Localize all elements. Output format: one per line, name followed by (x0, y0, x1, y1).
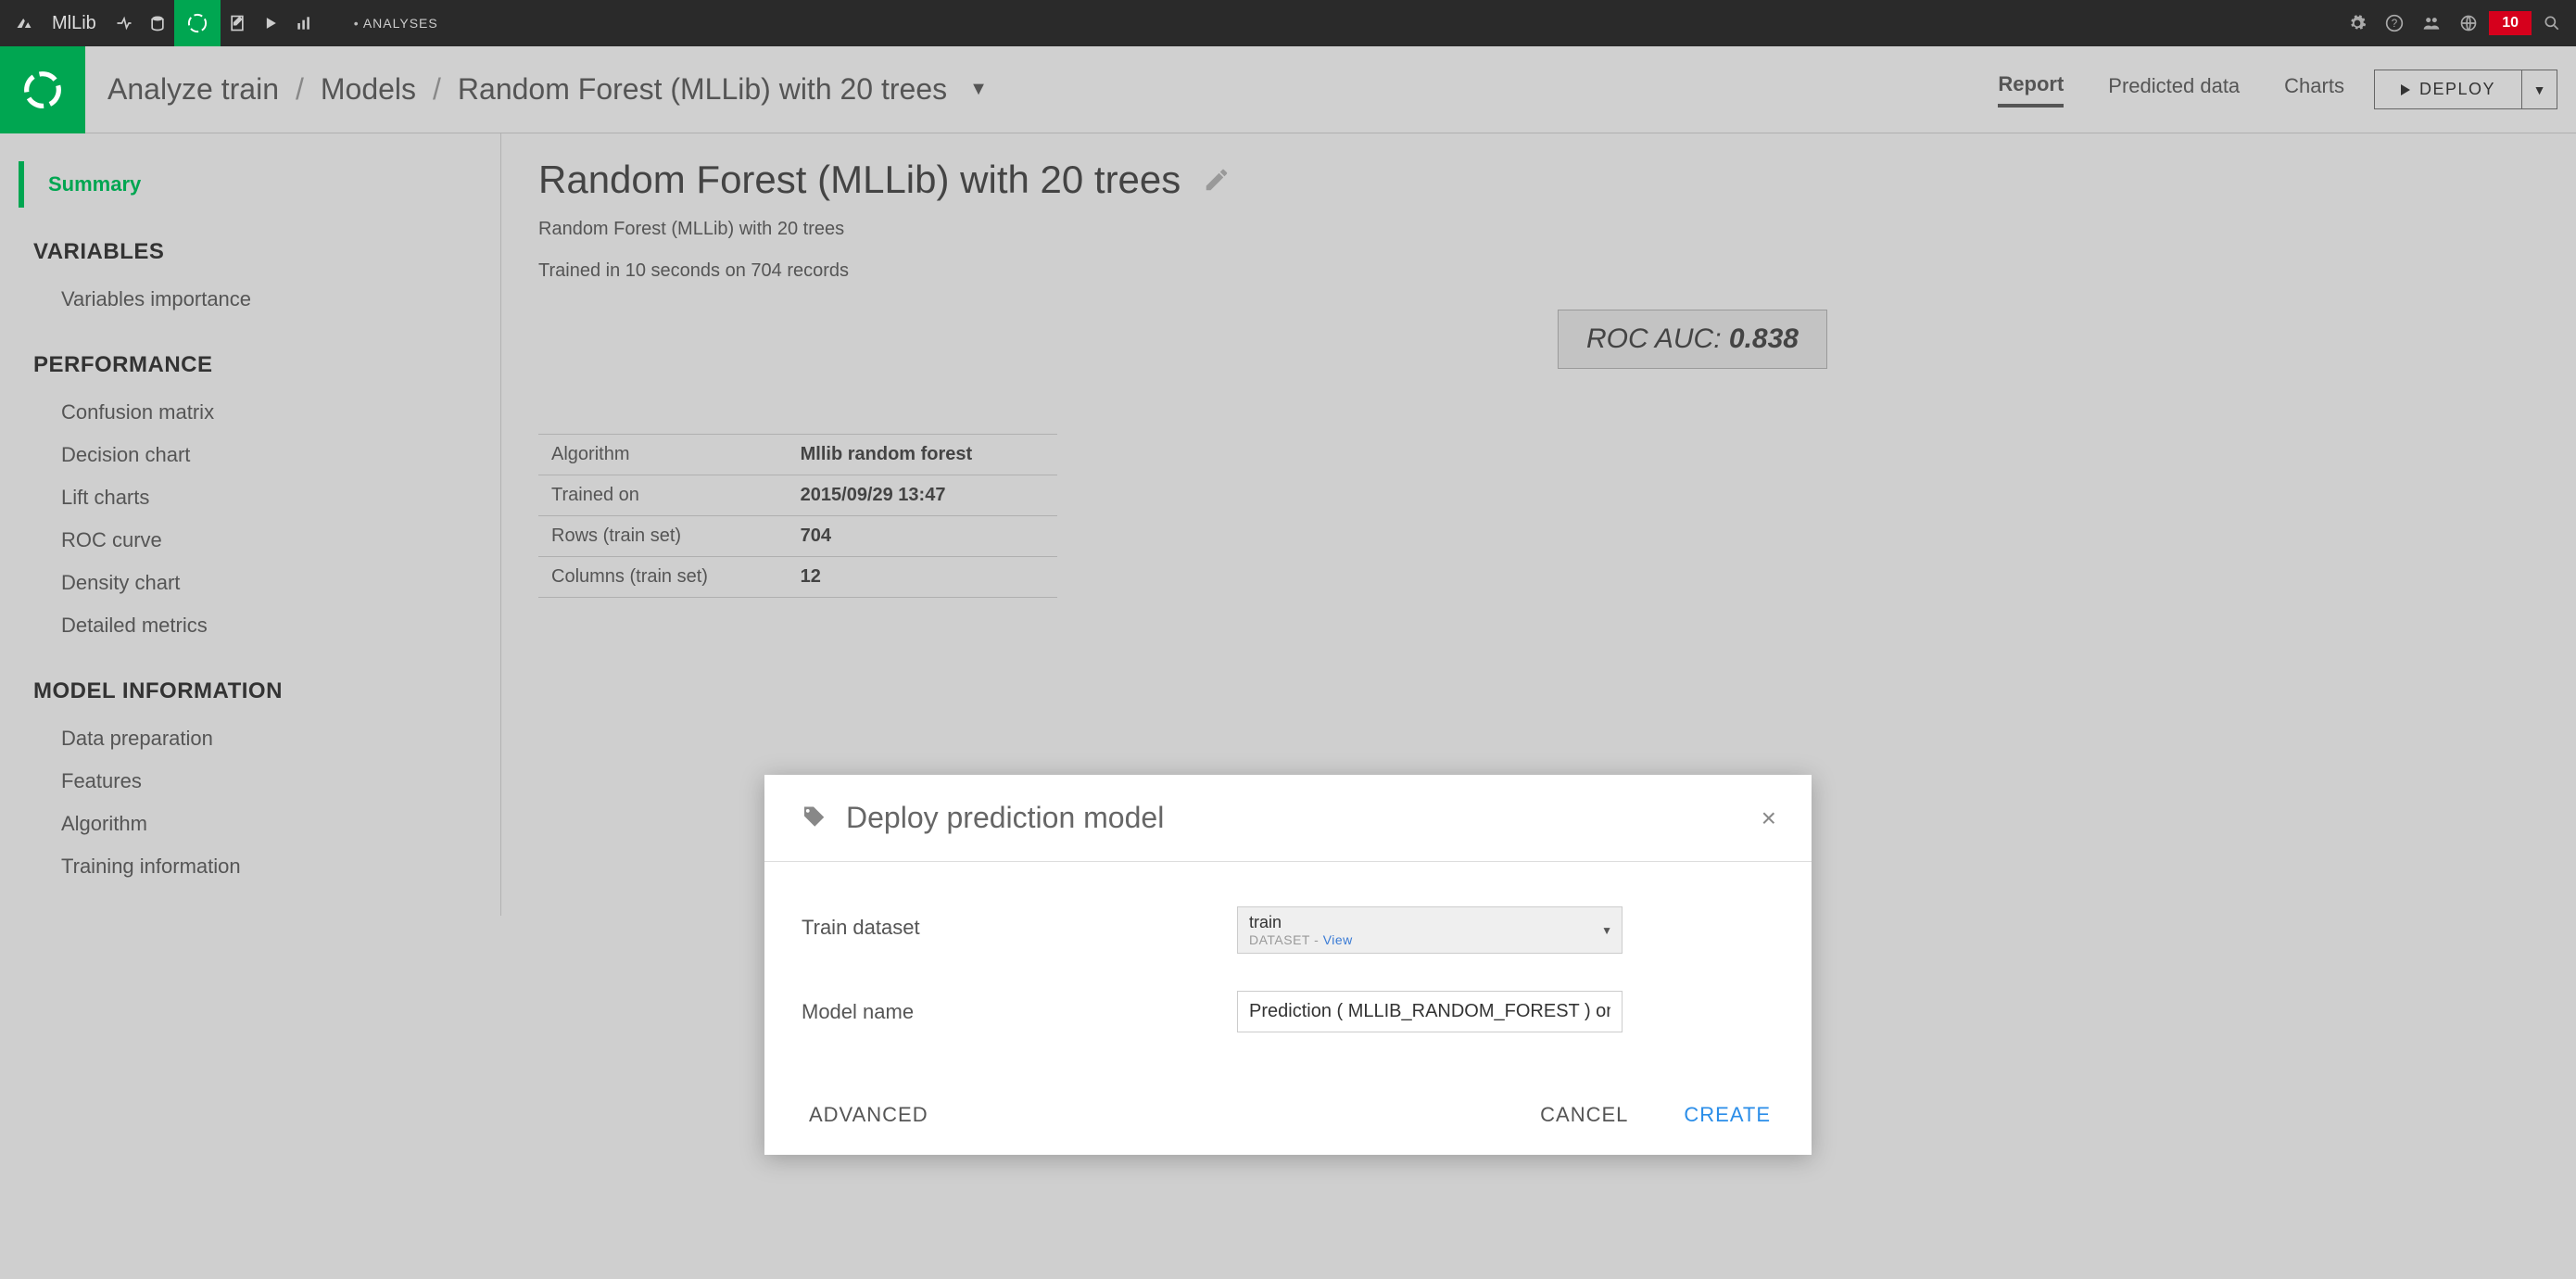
model-name-input[interactable] (1237, 991, 1623, 1032)
chevron-down-icon: ▼ (1601, 924, 1612, 937)
train-dataset-value: train (1249, 913, 1610, 932)
create-button[interactable]: CREATE (1684, 1103, 1771, 1127)
train-dataset-view-link[interactable]: View (1323, 932, 1353, 947)
modal-title: Deploy prediction model (846, 801, 1164, 835)
train-dataset-label: Train dataset (802, 906, 1237, 940)
tag-icon (800, 804, 827, 832)
cancel-button[interactable]: CANCEL (1540, 1103, 1628, 1127)
train-dataset-type: DATASET (1249, 932, 1310, 947)
train-dataset-select[interactable]: train DATASET - View ▼ (1237, 906, 1623, 954)
close-icon[interactable]: × (1762, 804, 1776, 833)
modal-overlay: Deploy prediction model × Train dataset … (0, 0, 2576, 1279)
model-name-label: Model name (802, 991, 1237, 1024)
deploy-modal: Deploy prediction model × Train dataset … (764, 775, 1812, 1155)
advanced-button[interactable]: ADVANCED (809, 1103, 928, 1127)
